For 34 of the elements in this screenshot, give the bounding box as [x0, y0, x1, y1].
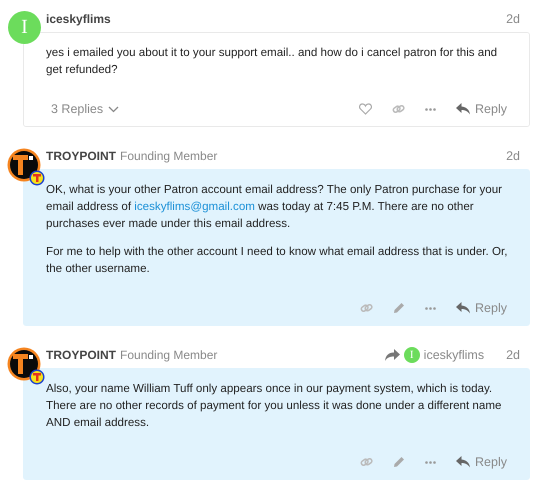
pencil-icon	[393, 456, 406, 468]
link-icon	[392, 103, 406, 115]
post-text: yes i emailed you about it to your support email.. and how do i cancel patron for this and get refunded?	[46, 45, 498, 78]
username[interactable]: TROYPOINT	[46, 348, 116, 362]
post-date[interactable]: 2d	[506, 149, 520, 163]
post-date[interactable]: 2d	[506, 12, 520, 26]
reply-button[interactable]: Reply	[448, 451, 515, 473]
chevron-down-icon	[108, 106, 120, 112]
post-date[interactable]: 2d	[506, 348, 520, 362]
pencil-icon	[393, 302, 406, 314]
heart-icon	[359, 103, 372, 115]
user-title: Founding Member	[120, 348, 218, 362]
avatar-drawing[interactable]	[7, 347, 45, 385]
more-icon	[425, 460, 436, 464]
post-text: OK, what is your other Patron account email address? The only Patron purchase for your email address of iceskyflims@gmail.com was today at 7:45 P.M. There are no other purchases ever made under this email address.	[46, 182, 504, 232]
reply-to-username[interactable]: iceskyflims	[424, 348, 484, 362]
replies-button[interactable]: 3 Replies	[45, 102, 126, 116]
link-icon	[360, 302, 374, 314]
username[interactable]: iceskyflims	[46, 12, 111, 26]
user-title: Founding Member	[120, 149, 218, 163]
email-link[interactable]: iceskyflims@gmail.com	[134, 200, 255, 213]
more-icon	[425, 306, 436, 310]
post-text: Also, your name William Tuff only appears once in our payment system, which is today. There are no other records of payment for you unless it was done under a different name AND email address.	[46, 381, 502, 431]
more-icon	[425, 108, 436, 110]
username[interactable]: TROYPOINT	[46, 149, 116, 163]
post-text: For me to help with the other account I need to know what email address that is under. Or, the other username.	[46, 244, 508, 277]
reply-button[interactable]: Reply	[448, 297, 515, 319]
reply-arrow-icon	[456, 103, 470, 115]
reply-arrow-icon	[456, 456, 470, 468]
avatar-drawing[interactable]	[7, 148, 45, 186]
link-icon	[360, 456, 374, 468]
share-arrow-icon	[384, 349, 400, 361]
reply-button[interactable]: Reply	[448, 98, 515, 120]
reply-arrow-icon	[456, 302, 470, 314]
